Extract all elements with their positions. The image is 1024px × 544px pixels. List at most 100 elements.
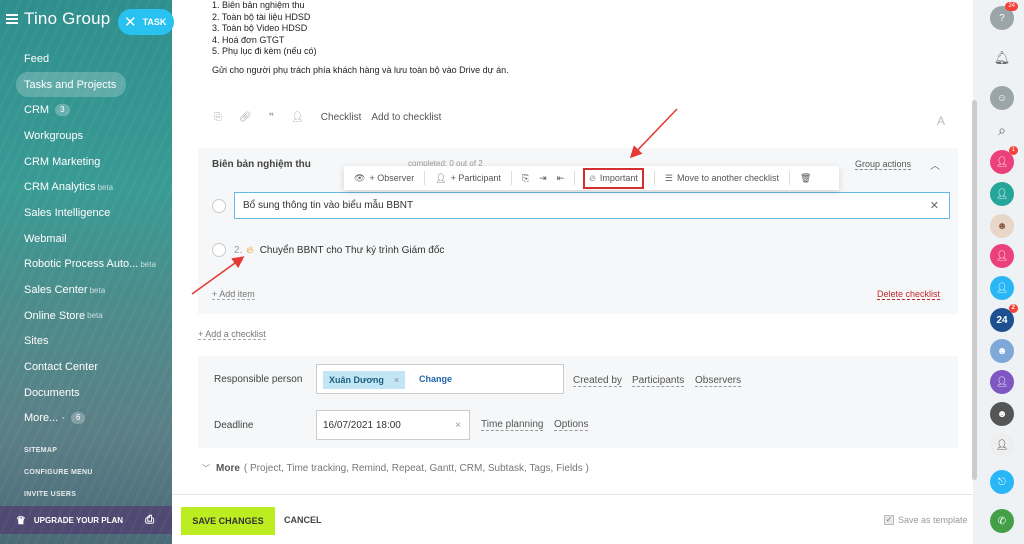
delete-checklist-link[interactable]: Delete checklist <box>877 289 941 300</box>
options-link[interactable]: Options <box>554 419 589 431</box>
upgrade-plan-button[interactable]: ♛ UPGRADE YOUR PLAN ⎙ <box>0 506 172 534</box>
editor-toolbar: ⎘ 🔗︎ ❞ 👤︎ Checklist Add to checklist <box>214 112 451 123</box>
add-participant-button[interactable]: 👤︎ + Participant <box>435 173 501 184</box>
configure-menu-link[interactable]: CONFIGURE MENU <box>24 467 93 489</box>
observers-link[interactable]: Observers <box>695 375 742 387</box>
sidebar-item-label: CRM Marketing <box>24 155 101 168</box>
important-button[interactable]: 🔥︎ Important <box>583 167 644 189</box>
outdent-icon[interactable]: ⇤ <box>557 173 565 184</box>
checklist-title[interactable]: Biên bản nghiệm thu <box>212 159 311 170</box>
quote-icon[interactable]: ❞ <box>269 112 274 123</box>
sidebar-menu: Feed Tasks and Projects CRM 3 Workgroups … <box>16 46 166 431</box>
sidebar-item-sites[interactable]: Sites <box>16 329 166 355</box>
bell-icon[interactable]: 🔔︎ <box>990 46 1014 70</box>
font-format-icon[interactable]: A <box>937 114 945 128</box>
sidebar-item-crm-marketing[interactable]: CRM Marketing <box>16 149 166 175</box>
sitemap-link[interactable]: SITEMAP <box>24 445 93 467</box>
chat-icon[interactable]: ☺ <box>990 86 1014 110</box>
created-by-link[interactable]: Created by <box>573 375 622 387</box>
trash-icon[interactable]: 🗑︎ <box>800 173 811 184</box>
user-tag[interactable]: Xuân Dương × <box>323 371 406 389</box>
avatar[interactable]: ☻ <box>990 339 1014 363</box>
divider <box>424 171 426 185</box>
move-checklist-button[interactable]: ☰ Move to another checklist <box>665 173 779 184</box>
sidebar-item-more[interactable]: More... · 6 <box>16 406 166 432</box>
avatar[interactable]: 👤︎ <box>990 244 1014 268</box>
avatar[interactable]: 👤︎ <box>990 433 1014 457</box>
attach-file-icon[interactable]: ⎘ <box>214 112 222 123</box>
printer-icon[interactable]: ⎙ <box>145 514 154 527</box>
fire-icon: 🔥︎ <box>246 245 254 256</box>
link-icon[interactable]: 🔗︎ <box>239 112 252 123</box>
save-as-template-checkbox[interactable]: ✓ Save as template <box>884 515 968 525</box>
sidebar-item-webmail[interactable]: Webmail <box>16 226 166 252</box>
search-icon[interactable]: ⌕ <box>990 118 1014 142</box>
more-details: ( Project, Time tracking, Remind, Repeat… <box>243 463 589 474</box>
help-icon[interactable]: ? 24 <box>990 2 1018 30</box>
checkbox-item-1[interactable] <box>212 199 226 213</box>
add-observer-button[interactable]: 👁︎ + Observer <box>354 173 414 184</box>
participants-link[interactable]: Participants <box>632 375 685 387</box>
scrollbar[interactable] <box>972 100 977 480</box>
close-icon[interactable]: ✕ <box>930 199 939 212</box>
close-icon[interactable]: × <box>455 420 461 431</box>
description-sentence: Gửi cho người phụ trách phía khách hàng … <box>212 64 509 75</box>
count-badge: 6 <box>70 412 86 425</box>
avatar[interactable]: ☻ <box>990 214 1014 238</box>
more-section[interactable]: ﹀ More( Project, Time tracking, Remind, R… <box>202 463 589 474</box>
responsible-field[interactable]: Xuân Dương × Change <box>316 364 564 394</box>
save-changes-button[interactable]: SAVE CHANGES <box>181 507 275 535</box>
sidebar-item-crm[interactable]: CRM 3 <box>16 97 166 123</box>
task-description[interactable]: 1. Biên bản nghiệm thu 2. Toàn bộ tài li… <box>212 0 509 76</box>
indent-icon[interactable]: ⇥ <box>539 173 547 184</box>
sidebar-item-documents[interactable]: Documents <box>16 380 166 406</box>
group-actions-link[interactable]: Group actions <box>855 159 912 170</box>
deadline-label: Deadline <box>214 420 254 431</box>
sidebar-item-workgroups[interactable]: Workgroups <box>16 123 166 149</box>
cancel-button[interactable]: CANCEL <box>284 515 322 525</box>
avatar[interactable]: 👤︎ <box>990 182 1014 206</box>
eye-icon: 👁︎ <box>354 172 366 183</box>
task-close-button[interactable]: ✕ TASK <box>118 9 174 35</box>
add-checklist-link[interactable]: + Add a checklist <box>198 329 266 340</box>
sidebar-item-contact-center[interactable]: Contact Center <box>16 354 166 380</box>
task-properties: Responsible person Xuân Dương × Change Cr… <box>198 356 958 448</box>
sidebar-item-tasks[interactable]: Tasks and Projects <box>16 71 126 98</box>
description-line: 2. Toàn bộ tài liệu HDSD <box>212 11 311 22</box>
checklist-button[interactable]: Checklist <box>321 112 362 123</box>
sidebar-item-online-store[interactable]: Online Store beta <box>16 303 166 329</box>
checkbox[interactable]: ✓ <box>884 515 894 525</box>
exit-icon[interactable]: ⎋ <box>990 470 1014 494</box>
brand[interactable]: Tino Group <box>6 9 110 29</box>
avatar[interactable]: ☻ <box>990 402 1014 426</box>
time-planning-link[interactable]: Time planning <box>481 419 544 431</box>
add-to-checklist-button[interactable]: Add to checklist <box>371 112 441 123</box>
avatar[interactable]: 👤︎ <box>990 370 1014 394</box>
chevron-up-icon[interactable]: ︿ <box>930 157 940 172</box>
change-link[interactable]: Change <box>419 374 452 384</box>
avatar[interactable]: 👤︎ <box>990 276 1014 300</box>
close-icon[interactable]: × <box>394 375 399 385</box>
sidebar-item-label: Documents <box>24 386 80 399</box>
phone-icon[interactable]: ✆ <box>990 509 1014 533</box>
sidebar-item-feed[interactable]: Feed <box>16 46 166 72</box>
add-item-label: + Add item <box>212 289 255 300</box>
counter-icon[interactable]: 24 2 <box>990 304 1018 332</box>
checklist-item[interactable]: 2. 🔥︎ Chuyển BBNT cho Thư ký trình Giám … <box>234 245 444 256</box>
sidebar-item-label: Online Store <box>24 309 86 322</box>
close-icon: ✕ <box>124 14 137 31</box>
checkbox-item-2[interactable] <box>212 243 226 257</box>
sidebar-item-rpa[interactable]: Robotic Process Auto... beta <box>16 252 166 278</box>
beta-label: beta <box>87 311 103 321</box>
deadline-input[interactable]: 16/07/2021 18:00 × <box>316 410 470 440</box>
attach-icon[interactable]: ⎘ <box>522 173 529 184</box>
avatar[interactable]: 👤︎ 1 <box>990 146 1018 174</box>
menu-icon[interactable] <box>6 14 18 24</box>
sidebar-item-label: CRM <box>24 104 50 117</box>
sidebar-item-crm-analytics[interactable]: CRM Analytics beta <box>16 174 166 200</box>
sidebar-item-sales-center[interactable]: Sales Center beta <box>16 277 166 303</box>
add-item-link[interactable]: + Add item <box>212 289 255 300</box>
mention-icon[interactable]: 👤︎ <box>291 112 304 123</box>
checklist-item-input[interactable]: Bổ sung thông tin vào biểu mẫu BBNT ✕ <box>234 192 950 219</box>
sidebar-item-sales-intelligence[interactable]: Sales Intelligence <box>16 200 166 226</box>
